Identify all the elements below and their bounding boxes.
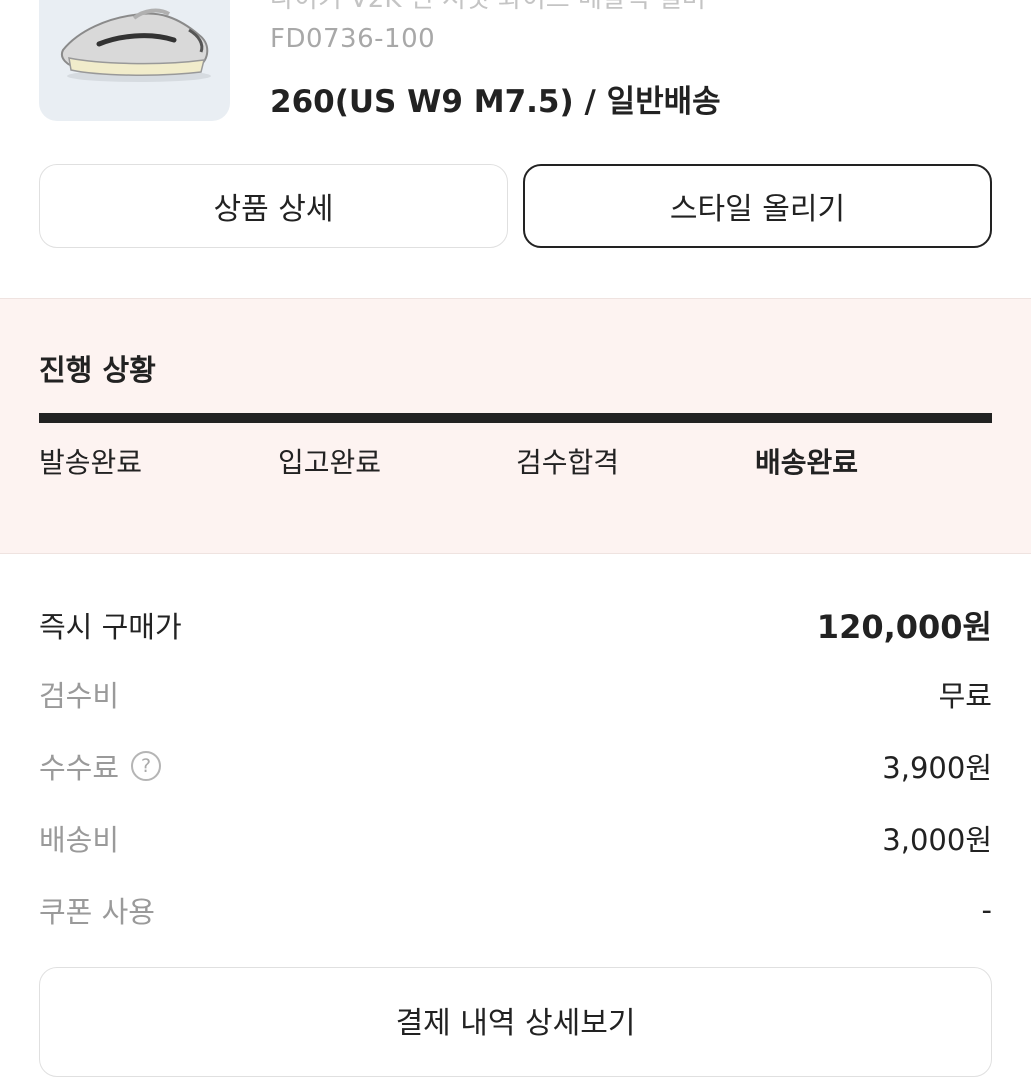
step-shipped: 발송완료 — [39, 446, 143, 479]
progress-bar — [39, 413, 992, 423]
buy-now-label: 즉시 구매가 — [39, 610, 182, 644]
product-detail-button[interactable]: 상품 상세 — [39, 164, 508, 248]
shipping-fee-row: 배송비 3,000원 — [39, 817, 992, 859]
coupon-label: 쿠폰 사용 — [39, 895, 155, 929]
model-code: FD0736-100 — [270, 24, 436, 54]
help-icon[interactable]: ? — [131, 751, 162, 781]
status-title: 진행 상황 — [39, 353, 156, 387]
post-style-button[interactable]: 스타일 올리기 — [523, 164, 992, 248]
buy-now-price-row: 즉시 구매가 120,000원 — [39, 602, 992, 648]
commission-value: 3,900원 — [882, 751, 992, 785]
commission-label-group: 수수료 ? — [39, 745, 162, 787]
commission-label: 수수료 — [39, 751, 120, 785]
inspection-fee-row: 검수비 무료 — [39, 673, 992, 715]
shipping-fee-value: 3,000원 — [882, 823, 992, 857]
product-name: 나이키 V2K 런 서밋 화이트 메탈릭 실버 — [270, 0, 706, 15]
coupon-row: 쿠폰 사용 - — [39, 889, 992, 931]
coupon-value: - — [981, 893, 992, 927]
inspection-fee-label: 검수비 — [39, 679, 120, 713]
progress-status-section: 진행 상황 발송완료 입고완료 검수합격 배송완료 — [0, 298, 1031, 554]
commission-row: 수수료 ? 3,900원 — [39, 745, 992, 787]
shipping-fee-label: 배송비 — [39, 823, 120, 857]
step-inspection-passed: 검수합격 — [516, 446, 620, 479]
step-delivered: 배송완료 — [755, 446, 859, 479]
size-option: 260(US W9 M7.5) / 일반배송 — [270, 84, 721, 120]
step-received: 입고완료 — [278, 446, 382, 479]
inspection-fee-value: 무료 — [938, 679, 992, 713]
sneaker-image — [61, 8, 211, 82]
payment-details-button[interactable]: 결제 내역 상세보기 — [39, 967, 992, 1077]
buy-now-value: 120,000원 — [816, 608, 992, 646]
product-thumbnail[interactable] — [39, 0, 230, 121]
progress-bar-fill — [39, 413, 992, 423]
